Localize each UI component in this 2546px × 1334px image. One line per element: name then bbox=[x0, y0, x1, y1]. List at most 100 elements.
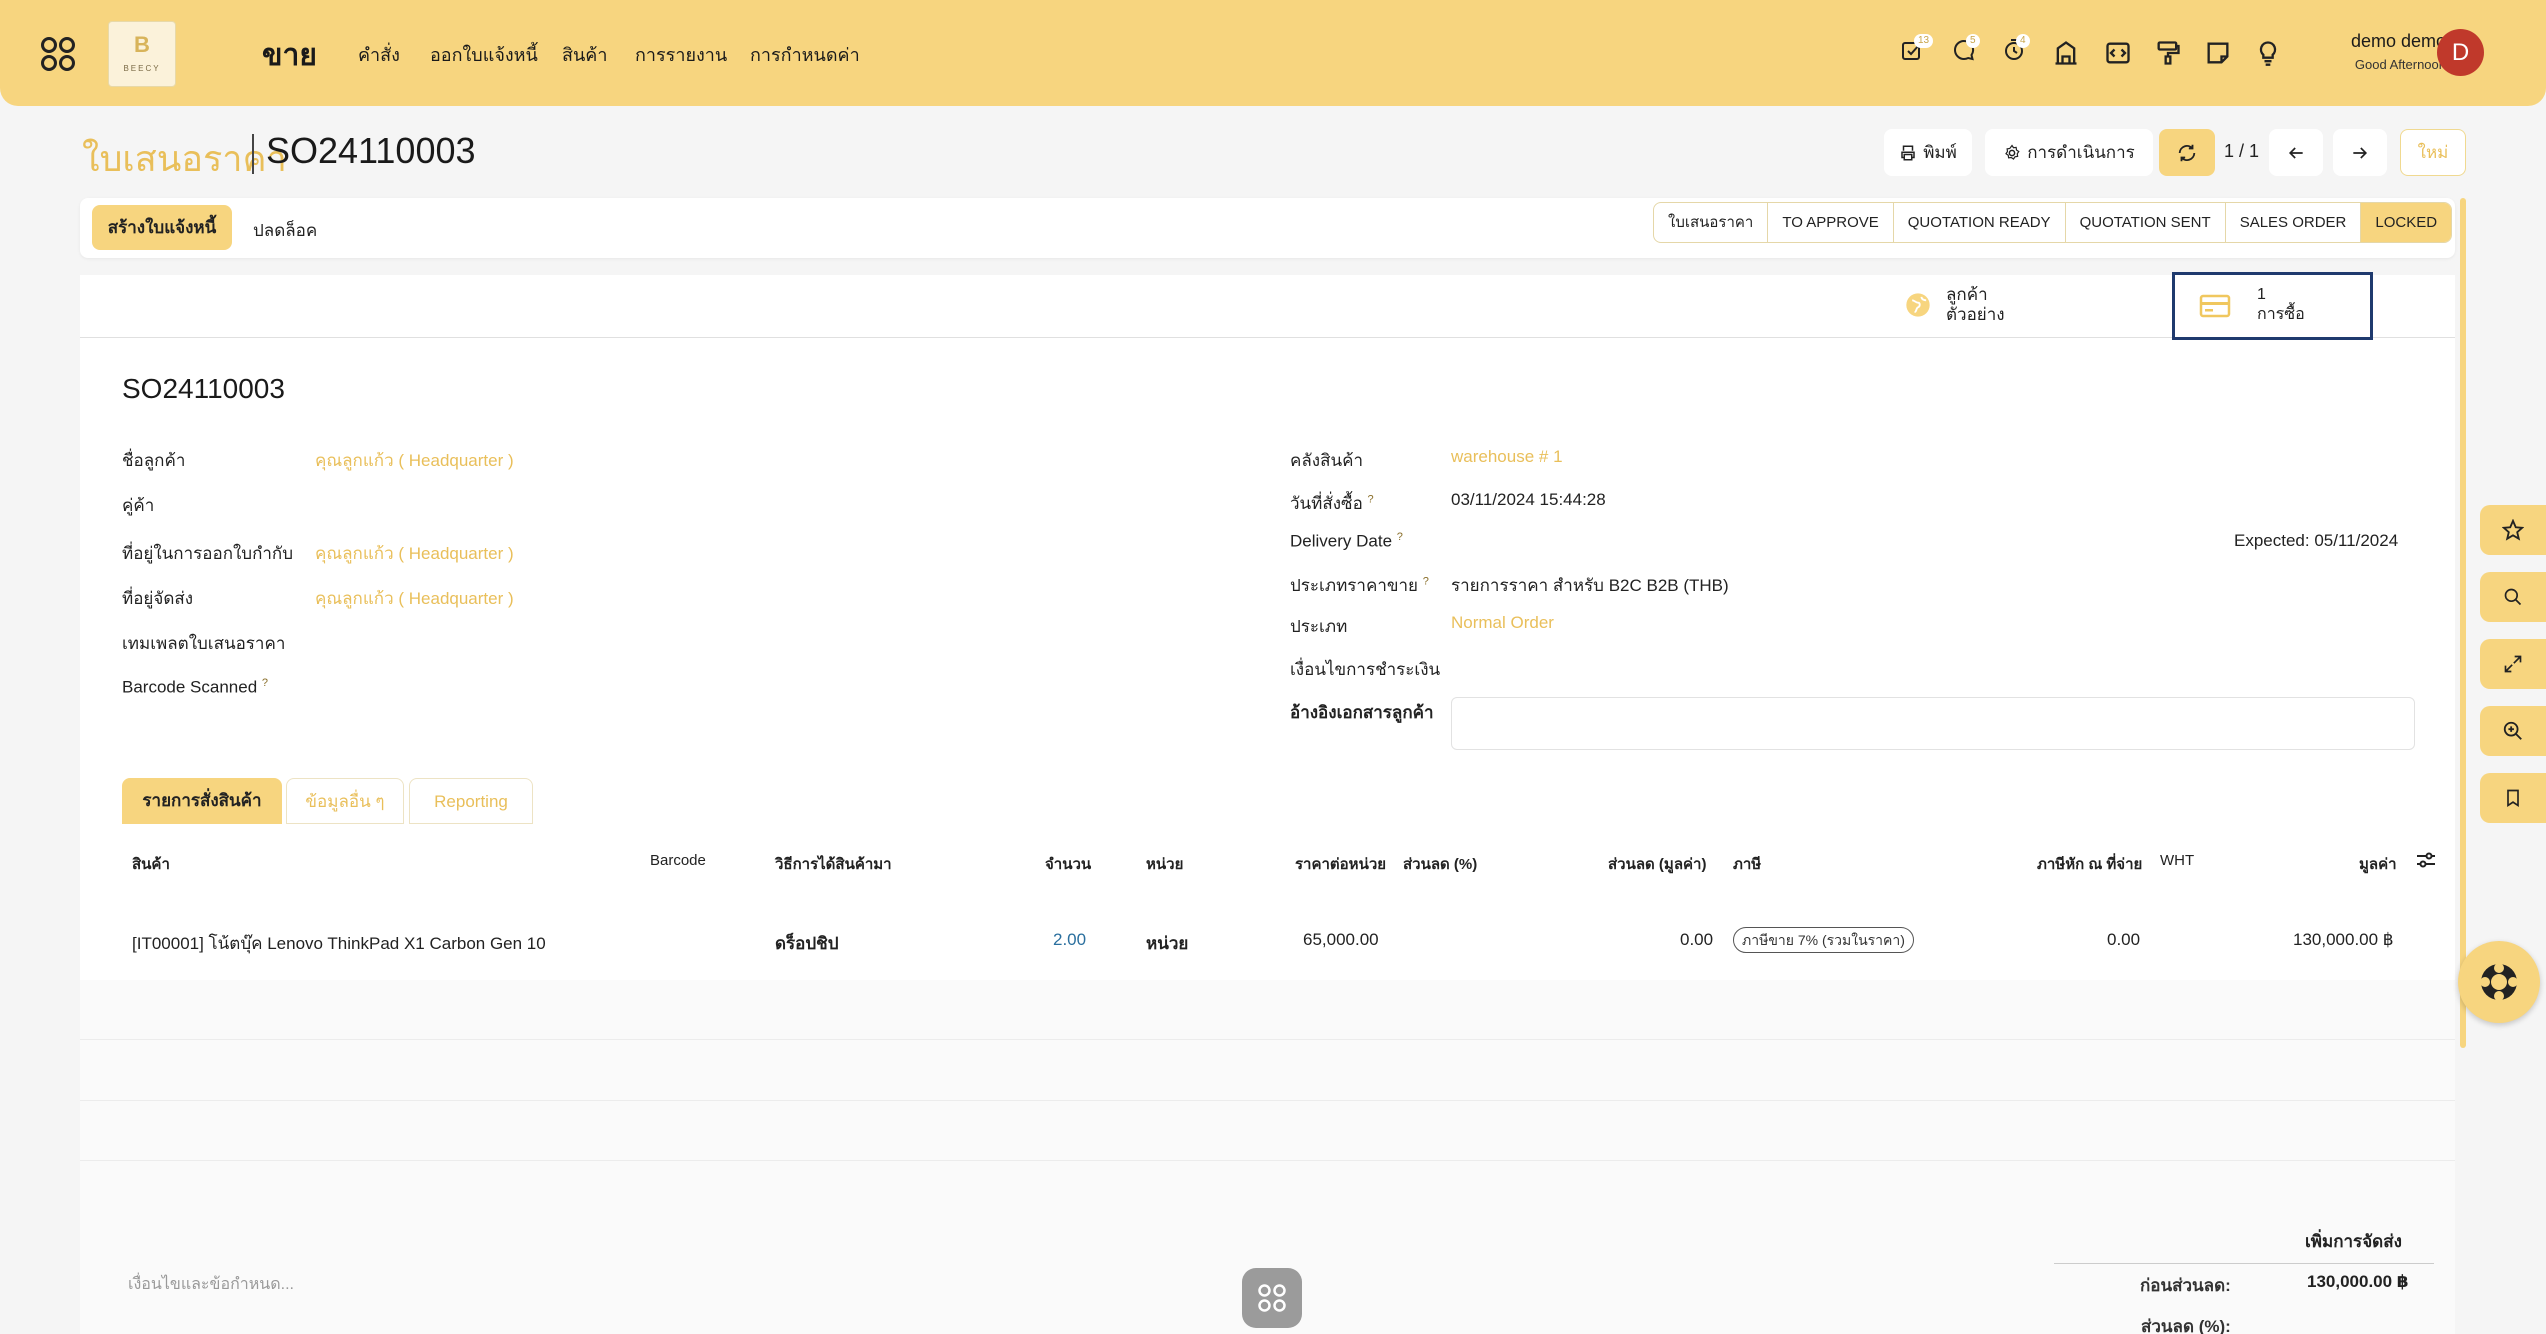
avatar[interactable]: D bbox=[2437, 29, 2484, 76]
col-discount-pct[interactable]: ส่วนลด (%) bbox=[1403, 852, 1477, 876]
line-quantity[interactable]: 2.00 bbox=[1053, 930, 1086, 950]
col-barcode[interactable]: Barcode bbox=[650, 852, 706, 869]
add-shipping-button[interactable]: เพิ่มการจัดส่ง bbox=[2305, 1228, 2402, 1255]
order-date-label: วันที่สั่งซื้อ ? bbox=[1290, 493, 1374, 513]
lightbulb-icon[interactable] bbox=[2254, 38, 2282, 68]
order-date-field[interactable]: 03/11/2024 15:44:28 bbox=[1451, 490, 1606, 510]
invoice-address-field[interactable]: คุณลูกแก้ว ( Headquarter ) bbox=[315, 540, 514, 567]
line-subtotal: 130,000.00 ฿ bbox=[2293, 930, 2394, 949]
expected-delivery-value: Expected: 05/11/2024 bbox=[2234, 531, 2399, 550]
next-button[interactable] bbox=[2333, 129, 2387, 176]
menu-invoicing[interactable]: ออกใบแจ้งหนี้ bbox=[430, 40, 538, 69]
pricelist-field[interactable]: รายการราคา สำหรับ B2C B2B (THB) bbox=[1451, 572, 1729, 599]
refresh-icon bbox=[2178, 144, 2196, 161]
quotation-template-label: เทมเพลตใบเสนอราคา bbox=[122, 634, 286, 653]
customer-reference-input[interactable] bbox=[1451, 697, 2415, 750]
app-grid-icon[interactable] bbox=[40, 36, 76, 72]
col-wht[interactable]: WHT bbox=[2160, 852, 2194, 869]
chat-icon[interactable]: 5 bbox=[1952, 34, 1980, 68]
sticky-note-icon[interactable] bbox=[2204, 38, 2232, 68]
pager-value[interactable]: 1 / 1 bbox=[2224, 141, 2259, 162]
actions-button[interactable]: การดำเนินการ bbox=[1985, 129, 2153, 176]
line-product[interactable]: [IT00001] โน้ตบุ๊ค Lenovo ThinkPad X1 Ca… bbox=[132, 930, 546, 957]
menu-orders[interactable]: คำสั่ง bbox=[358, 40, 400, 69]
col-product[interactable]: สินค้า bbox=[132, 852, 170, 876]
tab-order-lines[interactable]: รายการสั่งสินค้า bbox=[122, 778, 282, 824]
stage-pipeline: ใบเสนอราคา TO APPROVE QUOTATION READY QU… bbox=[1653, 202, 2453, 243]
customer-field[interactable]: คุณลูกแก้ว ( Headquarter ) bbox=[315, 447, 514, 474]
pricelist-label: ประเภทราคาขาย ? bbox=[1290, 575, 1429, 595]
stage-quotation-sent[interactable]: QUOTATION SENT bbox=[2066, 203, 2226, 242]
col-unit-price[interactable]: ราคาต่อหน่วย bbox=[1295, 852, 1386, 876]
col-withholding-tax[interactable]: ภาษีหัก ณ ที่จ่าย bbox=[2037, 852, 2142, 876]
code-icon[interactable] bbox=[2104, 38, 2132, 68]
col-quantity[interactable]: จำนวน bbox=[1045, 852, 1091, 876]
line-discount-value[interactable]: 0.00 bbox=[1680, 930, 1713, 950]
stage-quotation-ready[interactable]: QUOTATION READY bbox=[1894, 203, 2066, 242]
paint-roller-icon[interactable] bbox=[2154, 38, 2182, 68]
bookmark-button[interactable] bbox=[2480, 773, 2546, 823]
col-subtotal[interactable]: มูลค่า bbox=[2359, 852, 2397, 876]
before-discount-label: ก่อนส่วนลด: bbox=[2140, 1276, 2231, 1295]
stage-quotation[interactable]: ใบเสนอราคา bbox=[1654, 203, 1769, 242]
terms-input[interactable]: เงื่อนไขและข้อกำหนด... bbox=[128, 1272, 294, 1297]
stage-to-approve[interactable]: TO APPROVE bbox=[1768, 203, 1894, 242]
print-label: พิมพ์ bbox=[1923, 143, 1957, 162]
totals-divider bbox=[2054, 1263, 2434, 1264]
expand-button[interactable] bbox=[2480, 639, 2546, 689]
create-invoice-button[interactable]: สร้างใบแจ้งหนี้ bbox=[92, 205, 232, 250]
breadcrumb-parent[interactable]: ใบเสนอราคา bbox=[82, 130, 287, 187]
breadcrumb-separator bbox=[252, 134, 254, 174]
refresh-button[interactable] bbox=[2159, 129, 2215, 176]
credit-card-icon bbox=[2199, 294, 2231, 318]
menu-configuration[interactable]: การกำหนดค่า bbox=[750, 40, 860, 69]
timer-badge: 4 bbox=[2016, 34, 2030, 48]
customer-smart-label-2: ตัวอย่าง bbox=[1946, 305, 2005, 324]
row-divider bbox=[80, 1100, 2455, 1101]
col-uom[interactable]: หน่วย bbox=[1146, 852, 1183, 876]
activity-badge: 13 bbox=[1914, 34, 1934, 48]
activity-icon[interactable]: 13 bbox=[1900, 34, 1934, 68]
arrow-left-icon bbox=[2288, 146, 2303, 159]
line-tax-badge[interactable]: ภาษีขาย 7% (รวมในราคา) bbox=[1733, 927, 1914, 953]
search-button[interactable] bbox=[2480, 572, 2546, 622]
barcode-scanned-label: Barcode Scanned ? bbox=[122, 677, 269, 697]
column-settings-icon[interactable] bbox=[2416, 851, 2436, 869]
zoom-button[interactable] bbox=[2480, 706, 2546, 756]
star-icon bbox=[2502, 519, 2524, 541]
menu-reporting[interactable]: การรายงาน bbox=[635, 40, 727, 69]
favorite-button[interactable] bbox=[2480, 505, 2546, 555]
tab-other-info[interactable]: ข้อมูลอื่น ๆ bbox=[286, 778, 404, 824]
floating-apps-button[interactable] bbox=[1242, 1268, 1302, 1328]
order-type-field[interactable]: Normal Order bbox=[1451, 613, 1554, 633]
col-discount-value[interactable]: ส่วนลด (มูลค่า) bbox=[1608, 852, 1706, 876]
tab-reporting[interactable]: Reporting bbox=[409, 778, 533, 824]
scrollbar[interactable] bbox=[2460, 198, 2466, 1048]
print-button[interactable]: พิมพ์ bbox=[1884, 129, 1972, 176]
customer-label: ชื่อลูกค้า bbox=[122, 451, 186, 470]
unlock-button[interactable]: ปลดล็อค bbox=[253, 217, 317, 244]
line-route[interactable]: ดร็อปชิป bbox=[775, 930, 839, 957]
line-unit-price[interactable]: 65,000.00 bbox=[1303, 930, 1379, 950]
line-uom[interactable]: หน่วย bbox=[1146, 930, 1188, 957]
purchase-smart-button[interactable]: 1 การซื้อ bbox=[2172, 272, 2373, 340]
customer-smart-button[interactable]: ลูกค้า ตัวอย่าง bbox=[1904, 285, 2005, 325]
row-divider bbox=[80, 1160, 2455, 1161]
line-withholding[interactable]: 0.00 bbox=[2107, 930, 2140, 950]
col-taxes[interactable]: ภาษี bbox=[1733, 852, 1761, 876]
arrow-right-icon bbox=[2353, 146, 2368, 159]
timer-icon[interactable]: 4 bbox=[2002, 34, 2030, 68]
new-button[interactable]: ใหม่ bbox=[2400, 129, 2466, 176]
stage-locked[interactable]: LOCKED bbox=[2361, 203, 2452, 242]
shipping-address-field[interactable]: คุณลูกแก้ว ( Headquarter ) bbox=[315, 585, 514, 612]
col-route[interactable]: วิธีการได้สินค้ามา bbox=[775, 852, 892, 876]
menu-products[interactable]: สินค้า bbox=[562, 40, 607, 69]
customer-smart-label-1: ลูกค้า bbox=[1946, 285, 1988, 304]
delivery-date-label: Delivery Date ? bbox=[1290, 531, 1403, 551]
warehouse-field[interactable]: warehouse # 1 bbox=[1451, 447, 1563, 467]
previous-button[interactable] bbox=[2269, 129, 2323, 176]
help-button[interactable] bbox=[2458, 941, 2540, 1023]
user-name[interactable]: demo demo bbox=[2326, 31, 2446, 52]
company-icon[interactable] bbox=[2052, 38, 2080, 68]
stage-sales-order[interactable]: SALES ORDER bbox=[2226, 203, 2362, 242]
